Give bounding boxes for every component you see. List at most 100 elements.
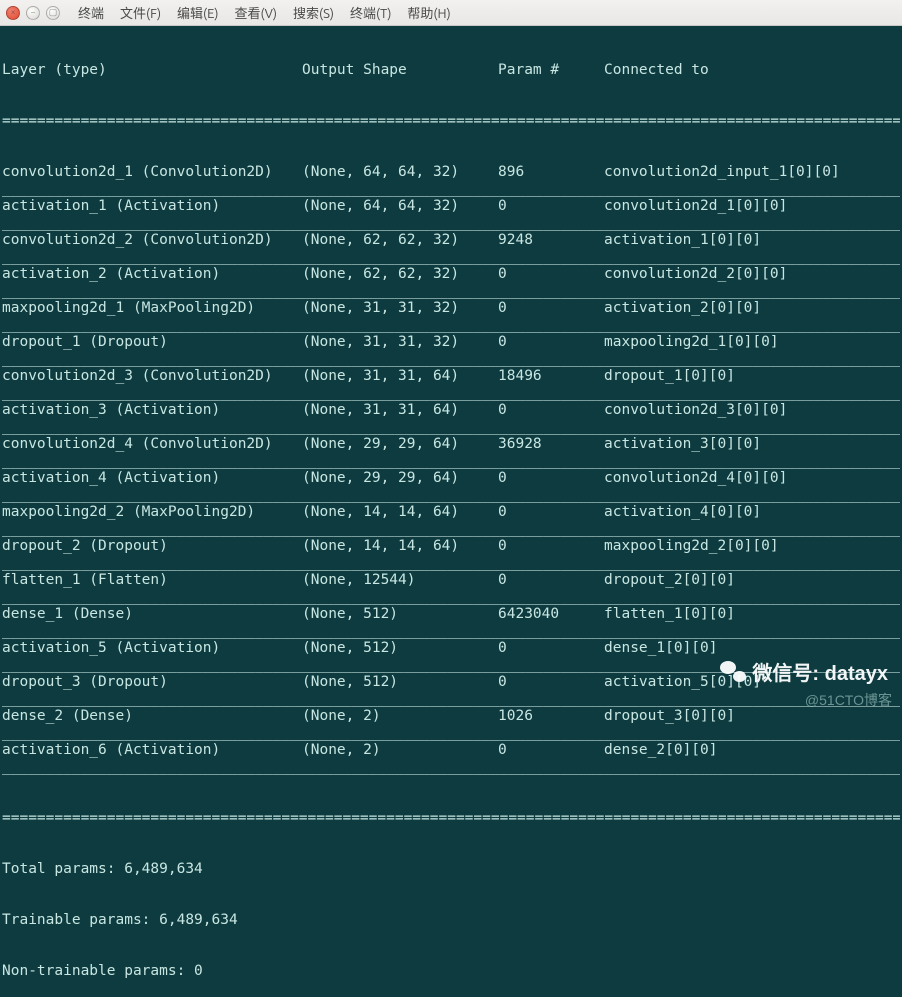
menu-terminal[interactable]: 终端(T): [342, 3, 399, 22]
table-row: activation_6 (Activation)(None, 2)0dense…: [2, 742, 900, 759]
cell-param: 36928: [498, 436, 604, 453]
separator-dash: ________________________________________…: [2, 283, 900, 300]
menu-terminal-zh[interactable]: 终端: [70, 3, 112, 22]
cell-param: 0: [498, 504, 604, 521]
table-row: activation_3 (Activation)(None, 31, 31, …: [2, 402, 900, 419]
cell-layer: activation_6 (Activation): [2, 742, 302, 759]
cell-layer: dense_1 (Dense): [2, 606, 302, 623]
table-row: activation_2 (Activation)(None, 62, 62, …: [2, 266, 900, 283]
cell-layer: activation_4 (Activation): [2, 470, 302, 487]
cell-conn: activation_1[0][0]: [604, 232, 900, 249]
summary-nontrainable: Non-trainable params: 0: [2, 963, 900, 980]
cell-shape: (None, 62, 62, 32): [302, 232, 498, 249]
maximize-icon[interactable]: ▢: [46, 6, 60, 20]
wechat-icon: [720, 661, 746, 683]
cell-conn: dense_2[0][0]: [604, 742, 900, 759]
menu-bar: 终端 文件(F) 编辑(E) 查看(V) 搜索(S) 终端(T) 帮助(H): [70, 3, 459, 22]
table-row: maxpooling2d_2 (MaxPooling2D)(None, 14, …: [2, 504, 900, 521]
menu-help[interactable]: 帮助(H): [399, 3, 458, 22]
separator-dash: ________________________________________…: [2, 589, 900, 606]
cell-shape: (None, 14, 14, 64): [302, 538, 498, 555]
cell-shape: (None, 14, 14, 64): [302, 504, 498, 521]
separator-dash: ________________________________________…: [2, 317, 900, 334]
table-row: convolution2d_2 (Convolution2D)(None, 62…: [2, 232, 900, 249]
cell-param: 0: [498, 300, 604, 317]
cell-shape: (None, 2): [302, 742, 498, 759]
table-row: dropout_1 (Dropout)(None, 31, 31, 32)0ma…: [2, 334, 900, 351]
cell-param: 0: [498, 572, 604, 589]
table-row: maxpooling2d_1 (MaxPooling2D)(None, 31, …: [2, 300, 900, 317]
cell-layer: dropout_1 (Dropout): [2, 334, 302, 351]
cell-param: 18496: [498, 368, 604, 385]
cell-shape: (None, 64, 64, 32): [302, 164, 498, 181]
cell-layer: activation_1 (Activation): [2, 198, 302, 215]
separator-dash: ________________________________________…: [2, 555, 900, 572]
cell-shape: (None, 512): [302, 674, 498, 691]
menu-search[interactable]: 搜索(S): [285, 3, 342, 22]
table-row: flatten_1 (Flatten)(None, 12544)0dropout…: [2, 572, 900, 589]
menu-view[interactable]: 查看(V): [227, 3, 285, 22]
cell-shape: (None, 31, 31, 64): [302, 402, 498, 419]
cell-shape: (None, 2): [302, 708, 498, 725]
table-row: dropout_2 (Dropout)(None, 14, 14, 64)0ma…: [2, 538, 900, 555]
table-row: dense_2 (Dense)(None, 2)1026dropout_3[0]…: [2, 708, 900, 725]
table-header: Layer (type) Output Shape Param # Connec…: [2, 62, 900, 79]
cell-conn: convolution2d_input_1[0][0]: [604, 164, 900, 181]
table-row: dense_1 (Dense)(None, 512)6423040flatten…: [2, 606, 900, 623]
cell-layer: dropout_3 (Dropout): [2, 674, 302, 691]
cell-layer: dense_2 (Dense): [2, 708, 302, 725]
cell-layer: maxpooling2d_2 (MaxPooling2D): [2, 504, 302, 521]
separator-dash: ________________________________________…: [2, 623, 900, 640]
menu-edit[interactable]: 编辑(E): [169, 3, 226, 22]
table-row: convolution2d_1 (Convolution2D)(None, 64…: [2, 164, 900, 181]
cell-conn: convolution2d_4[0][0]: [604, 470, 900, 487]
separator-dash: ________________________________________…: [2, 419, 900, 436]
cell-conn: activation_2[0][0]: [604, 300, 900, 317]
cell-layer: activation_2 (Activation): [2, 266, 302, 283]
cell-conn: convolution2d_1[0][0]: [604, 198, 900, 215]
cell-conn: dropout_2[0][0]: [604, 572, 900, 589]
cell-param: 896: [498, 164, 604, 181]
cell-conn: dropout_1[0][0]: [604, 368, 900, 385]
cell-conn: maxpooling2d_1[0][0]: [604, 334, 900, 351]
cell-conn: flatten_1[0][0]: [604, 606, 900, 623]
menu-file[interactable]: 文件(F): [112, 3, 169, 22]
watermark-wechat: 微信号: datayx: [720, 657, 888, 686]
cell-layer: activation_3 (Activation): [2, 402, 302, 419]
table-row: activation_5 (Activation)(None, 512)0den…: [2, 640, 900, 657]
cell-param: 0: [498, 198, 604, 215]
cell-shape: (None, 31, 31, 32): [302, 300, 498, 317]
minimize-icon[interactable]: −: [26, 6, 40, 20]
window-controls: × − ▢: [6, 6, 60, 20]
separator-eq: ========================================…: [2, 113, 900, 130]
cell-shape: (None, 29, 29, 64): [302, 436, 498, 453]
cell-shape: (None, 62, 62, 32): [302, 266, 498, 283]
cell-layer: maxpooling2d_1 (MaxPooling2D): [2, 300, 302, 317]
cell-param: 1026: [498, 708, 604, 725]
cell-shape: (None, 512): [302, 606, 498, 623]
cell-shape: (None, 31, 31, 64): [302, 368, 498, 385]
separator-eq: ========================================…: [2, 810, 900, 827]
cell-param: 0: [498, 334, 604, 351]
close-icon[interactable]: ×: [6, 6, 20, 20]
cell-conn: dense_1[0][0]: [604, 640, 900, 657]
separator-dash: ________________________________________…: [2, 215, 900, 232]
table-row: activation_4 (Activation)(None, 29, 29, …: [2, 470, 900, 487]
cell-param: 0: [498, 538, 604, 555]
separator-dash: ________________________________________…: [2, 725, 900, 742]
cell-layer: convolution2d_2 (Convolution2D): [2, 232, 302, 249]
cell-conn: convolution2d_2[0][0]: [604, 266, 900, 283]
watermark-blog: @51CTO博客: [805, 690, 892, 710]
cell-param: 0: [498, 640, 604, 657]
table-row: convolution2d_3 (Convolution2D)(None, 31…: [2, 368, 900, 385]
cell-shape: (None, 12544): [302, 572, 498, 589]
separator-dash: ________________________________________…: [2, 759, 900, 776]
cell-layer: convolution2d_4 (Convolution2D): [2, 436, 302, 453]
terminal-output[interactable]: Layer (type) Output Shape Param # Connec…: [0, 26, 902, 997]
watermark-wechat-text: 微信号: datayx: [752, 657, 888, 686]
cell-param: 9248: [498, 232, 604, 249]
cell-shape: (None, 512): [302, 640, 498, 657]
separator-dash: ________________________________________…: [2, 181, 900, 198]
summary-trainable: Trainable params: 6,489,634: [2, 912, 900, 929]
cell-layer: dropout_2 (Dropout): [2, 538, 302, 555]
